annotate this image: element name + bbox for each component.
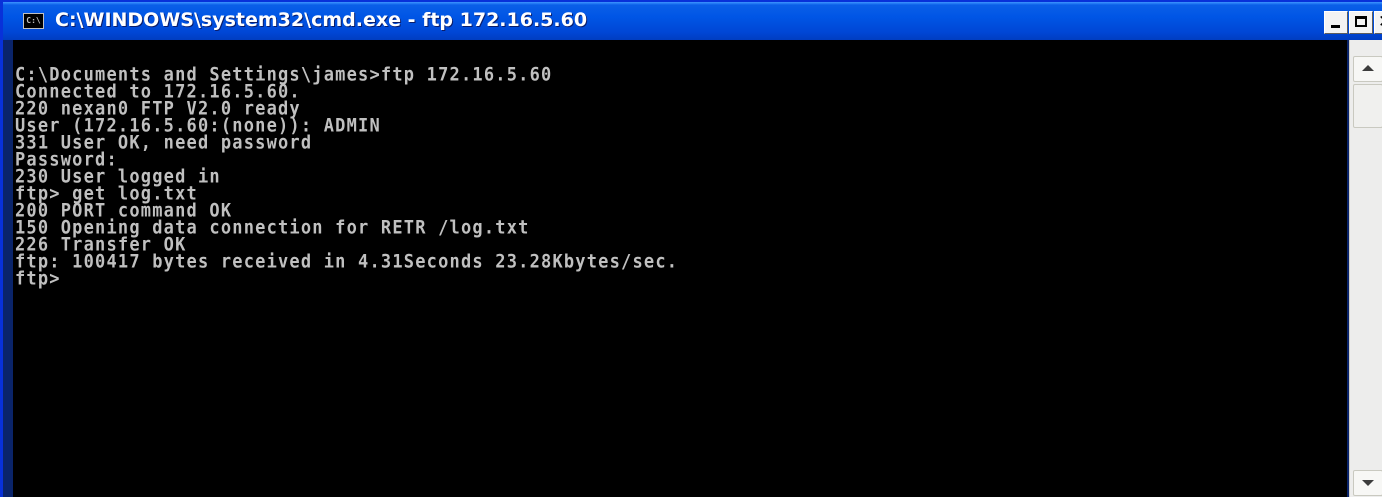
maximize-button[interactable] [1349,11,1373,34]
minimize-icon [1331,25,1340,28]
scroll-thumb[interactable] [1353,84,1382,128]
vertical-scrollbar[interactable] [1349,40,1382,497]
console-prompt[interactable]: ftp> [15,269,1347,289]
console-output[interactable]: C:\Documents and Settings\james>ftp 172.… [13,40,1347,497]
scroll-up-arrow-icon [1362,65,1374,71]
scroll-down-button[interactable] [1353,470,1382,496]
cmd-window: C:\ C:\WINDOWS\system32\cmd.exe - ftp 17… [0,0,1382,497]
cmd-window-icon[interactable]: C:\ [23,13,44,29]
close-icon: ✕ [1378,12,1382,32]
window-title: C:\WINDOWS\system32\cmd.exe - ftp 172.16… [55,9,588,31]
maximize-icon [1355,16,1367,27]
scroll-down-arrow-icon [1362,480,1374,486]
scroll-up-button[interactable] [1353,56,1382,82]
title-bar[interactable]: C:\ C:\WINDOWS\system32\cmd.exe - ftp 17… [3,2,1382,40]
minimize-button[interactable] [1324,11,1348,34]
close-button[interactable]: ✕ [1374,11,1382,34]
